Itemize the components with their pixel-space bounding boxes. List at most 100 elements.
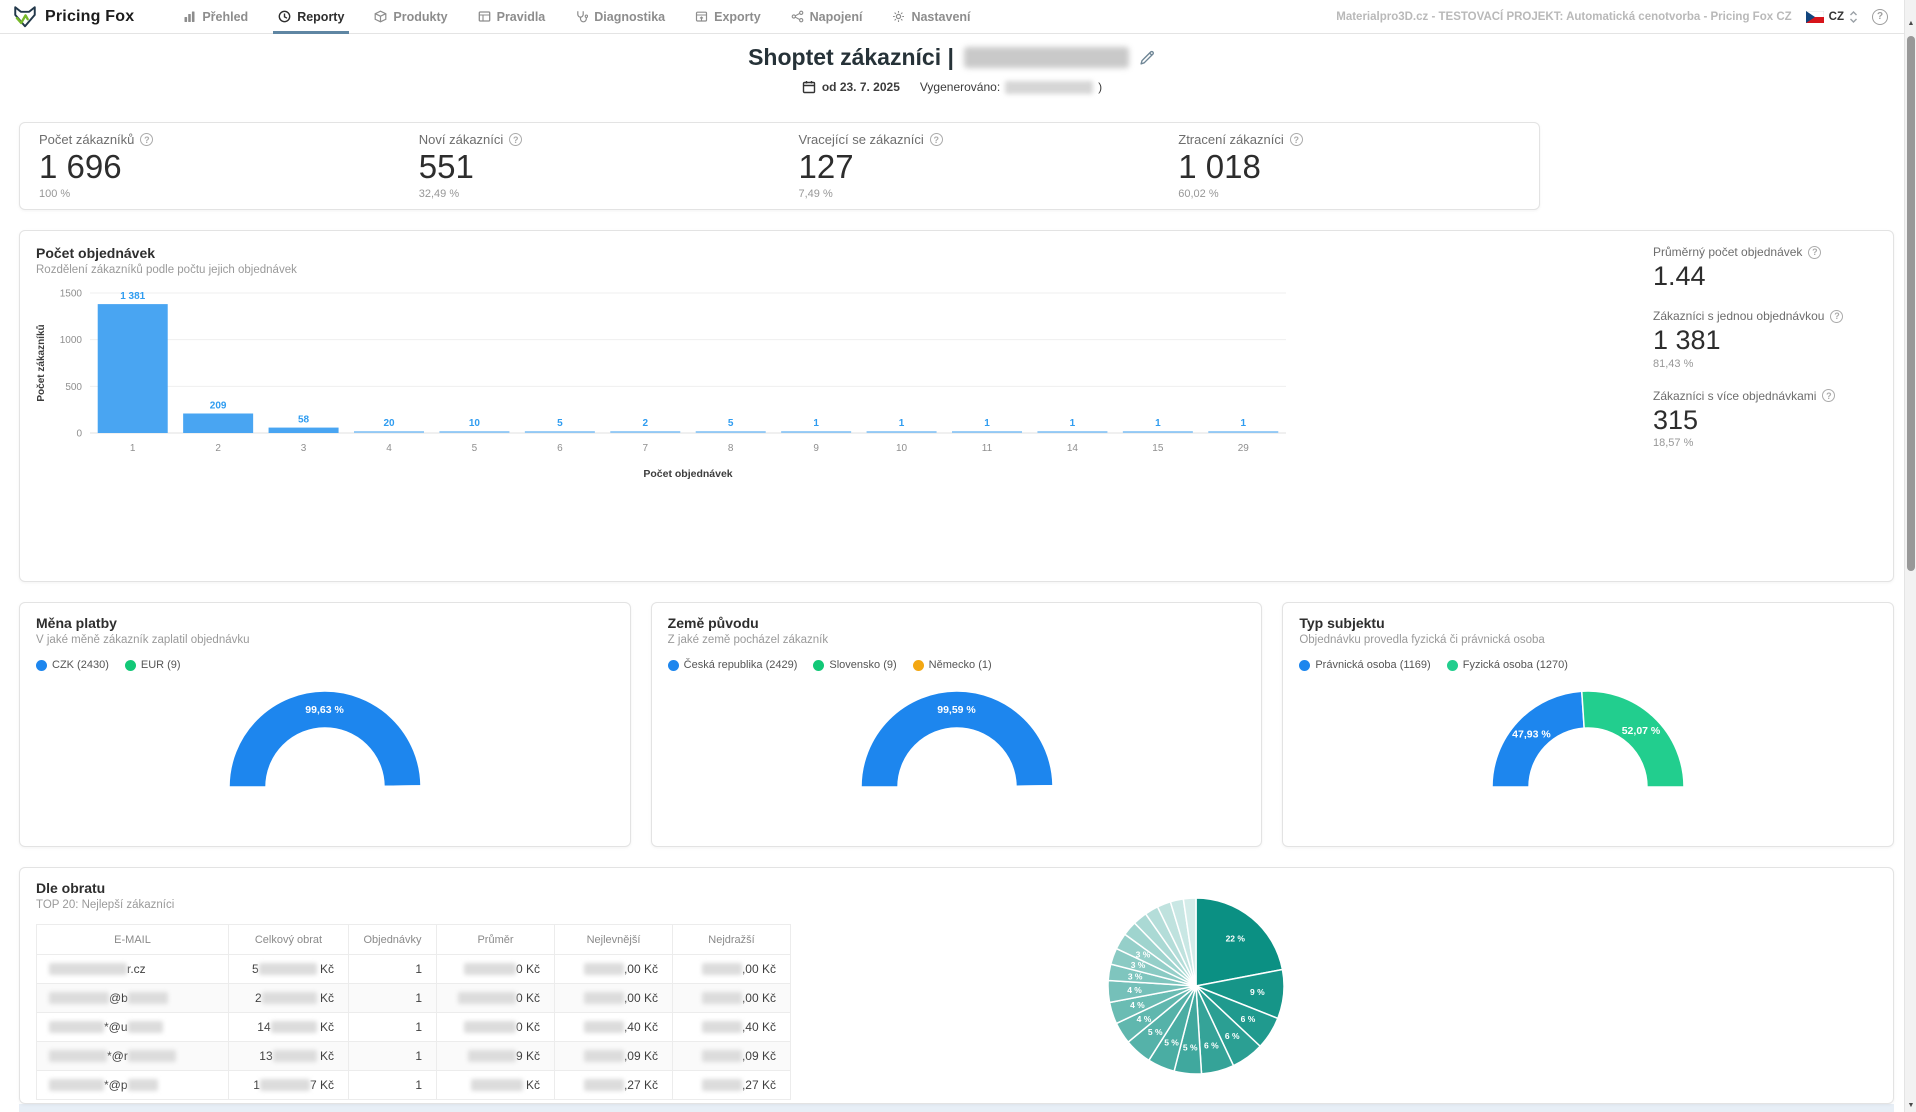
- nav-item-reporty[interactable]: Reporty: [263, 0, 359, 33]
- svg-text:6: 6: [557, 443, 563, 454]
- card-subtitle: Z jaké země pocházel zákazník: [668, 634, 1246, 646]
- column-header-prumer: Průměr: [437, 925, 555, 955]
- cell-email: @b: [37, 984, 229, 1013]
- kpi-value: 127: [799, 150, 1160, 185]
- tooltip-help-icon[interactable]: ?: [140, 133, 153, 146]
- tooltip-help-icon[interactable]: ?: [930, 133, 943, 146]
- tooltip-help-icon[interactable]: ?: [1290, 133, 1303, 146]
- scrollbar-thumb[interactable]: [1907, 36, 1915, 571]
- orders-count-card: Počet objednávek Rozdělení zákazníků pod…: [19, 230, 1894, 582]
- redacted-value: [128, 1021, 163, 1033]
- brand-logo[interactable]: Pricing Fox: [12, 4, 134, 30]
- card-title: Typ subjektu: [1299, 615, 1877, 631]
- svg-text:52,07 %: 52,07 %: [1622, 725, 1661, 737]
- mena-platby-gauge-chart: 99,63 %: [210, 679, 440, 791]
- report-header: Shoptet zákazníci | od 23. 7. 2025 Vygen…: [0, 34, 1904, 120]
- tooltip-help-icon[interactable]: ?: [509, 133, 522, 146]
- bar-chart-icon: [183, 10, 196, 23]
- column-header-nejdrazsi: Nejdražší: [673, 925, 791, 955]
- cell-amount: ,27 Kč: [673, 1071, 791, 1100]
- cell-amount: 2 Kč: [229, 984, 349, 1013]
- revenue-card-title: Dle obratu: [36, 880, 1877, 896]
- main-nav: PřehledReporty Produkty PravidlaDiagnostik…: [168, 0, 985, 33]
- kpi-label: Ztracení zákazníci?: [1178, 132, 1539, 147]
- legend-item-pravnicka-osoba-1169-[interactable]: Právnická osoba (1169): [1299, 659, 1430, 671]
- legend-dot-icon: [668, 660, 679, 671]
- generated-at: Vygenerováno: ): [920, 80, 1102, 94]
- svg-text:1 381: 1 381: [120, 291, 145, 302]
- legend-item-czk-2430-[interactable]: CZK (2430): [36, 659, 109, 671]
- redacted-value: [49, 1050, 107, 1062]
- cell-email: r.cz: [37, 955, 229, 984]
- nav-item-nastaveni[interactable]: Nastavení: [877, 0, 985, 33]
- redacted-value: [584, 992, 624, 1004]
- svg-text:209: 209: [210, 400, 227, 411]
- svg-text:Počet objednávek: Počet objednávek: [643, 468, 732, 480]
- svg-text:99,59 %: 99,59 %: [937, 704, 976, 716]
- legend-item-slovensko-9-[interactable]: Slovensko (9): [813, 659, 896, 671]
- edit-pencil-icon[interactable]: [1139, 49, 1156, 66]
- nav-item-label: Nastavení: [911, 10, 970, 24]
- calendar-icon: [802, 80, 816, 94]
- cell-amount: 1: [349, 1013, 437, 1042]
- kpi-percent: 60,02 %: [1178, 188, 1539, 200]
- kpi-label: Počet zákazníků?: [39, 132, 400, 147]
- table-row: *@r13 Kč19 Kč,09 Kč,09 Kč: [37, 1042, 791, 1071]
- svg-text:1: 1: [1241, 418, 1247, 429]
- cell-amount: 5 Kč: [229, 955, 349, 984]
- tooltip-help-icon[interactable]: ?: [1830, 310, 1843, 323]
- nav-item-label: Produkty: [393, 10, 447, 24]
- nav-item-label: Napojení: [810, 10, 863, 24]
- svg-text:4 %: 4 %: [1127, 985, 1142, 995]
- revenue-card: Dle obratu TOP 20: Nejlepší zákazníci E-…: [19, 867, 1894, 1104]
- nav-item-pravidla[interactable]: Pravidla: [463, 0, 561, 33]
- language-select[interactable]: CZ: [1806, 10, 1858, 24]
- legend-item-ceska-republika-2429-[interactable]: Česká republika (2429): [668, 659, 798, 671]
- svg-text:1000: 1000: [60, 335, 83, 346]
- legend-dot-icon: [36, 660, 47, 671]
- redacted-value: [128, 1050, 176, 1062]
- svg-text:10: 10: [896, 443, 908, 454]
- generated-label: Vygenerováno:: [920, 80, 1000, 94]
- svg-text:3 %: 3 %: [1128, 971, 1143, 981]
- legend-label: CZK (2430): [52, 659, 109, 671]
- nav-item-produkty[interactable]: Produkty: [359, 0, 462, 33]
- project-name: Materialpro3D.cz - TESTOVACÍ PROJEKT: Au…: [1336, 11, 1791, 23]
- app-root: Pricing Fox PřehledReporty Produkty Pravid…: [0, 0, 1916, 1112]
- redacted-value: [464, 1021, 516, 1033]
- redacted-value: [128, 1079, 158, 1091]
- nav-item-exporty[interactable]: Exporty: [680, 0, 776, 33]
- svg-text:1500: 1500: [60, 289, 83, 300]
- nav-item-diagnostika[interactable]: Diagnostika: [560, 0, 680, 33]
- cell-amount: 0 Kč: [437, 1013, 555, 1042]
- tooltip-help-icon[interactable]: ?: [1808, 246, 1821, 259]
- svg-text:2: 2: [643, 418, 649, 429]
- scroll-up-icon[interactable]: ▲: [1905, 20, 1916, 27]
- redacted-value: [273, 1050, 317, 1062]
- legend-item-fyzicka-osoba-1270-[interactable]: Fyzická osoba (1270): [1447, 659, 1568, 671]
- cell-amount: 13 Kč: [229, 1042, 349, 1071]
- top-nav-bar: Pricing Fox PřehledReporty Produkty Pravid…: [0, 0, 1916, 34]
- stat-percent: 81,43 %: [1653, 358, 1869, 370]
- svg-text:14: 14: [1067, 443, 1079, 454]
- report-meta: od 23. 7. 2025 Vygenerováno: ): [802, 80, 1102, 94]
- scroll-down-icon[interactable]: ▼: [1905, 1102, 1916, 1109]
- cell-amount: ,40 Kč: [555, 1013, 673, 1042]
- tooltip-help-icon[interactable]: ?: [1822, 389, 1835, 402]
- nav-item-prehled[interactable]: Přehled: [168, 0, 263, 33]
- vertical-scrollbar[interactable]: ▲ ▼: [1904, 0, 1916, 1112]
- svg-text:9 %: 9 %: [1250, 987, 1265, 997]
- clock-icon: [278, 10, 291, 23]
- cell-amount: 1: [349, 984, 437, 1013]
- svg-text:3: 3: [301, 443, 307, 454]
- stat-zakaznici-s-vice-objednavkami: Zákazníci s více objednávkami?31518,57 %: [1653, 389, 1869, 449]
- legend-item-eur-9-[interactable]: EUR (9): [125, 659, 181, 671]
- help-button[interactable]: ?: [1872, 9, 1888, 25]
- cell-amount: 17 Kč: [229, 1071, 349, 1100]
- table-row: r.cz5 Kč10 Kč,00 Kč,00 Kč: [37, 955, 791, 984]
- nav-item-napojeni[interactable]: Napojení: [776, 0, 878, 33]
- legend-item-nemecko-1-[interactable]: Německo (1): [913, 659, 992, 671]
- orders-card-subtitle: Rozdělení zákazníků podle počtu jejich o…: [36, 264, 1877, 276]
- column-header-celkovy-obrat: Celkový obrat: [229, 925, 349, 955]
- stat-value: 1.44: [1653, 262, 1869, 290]
